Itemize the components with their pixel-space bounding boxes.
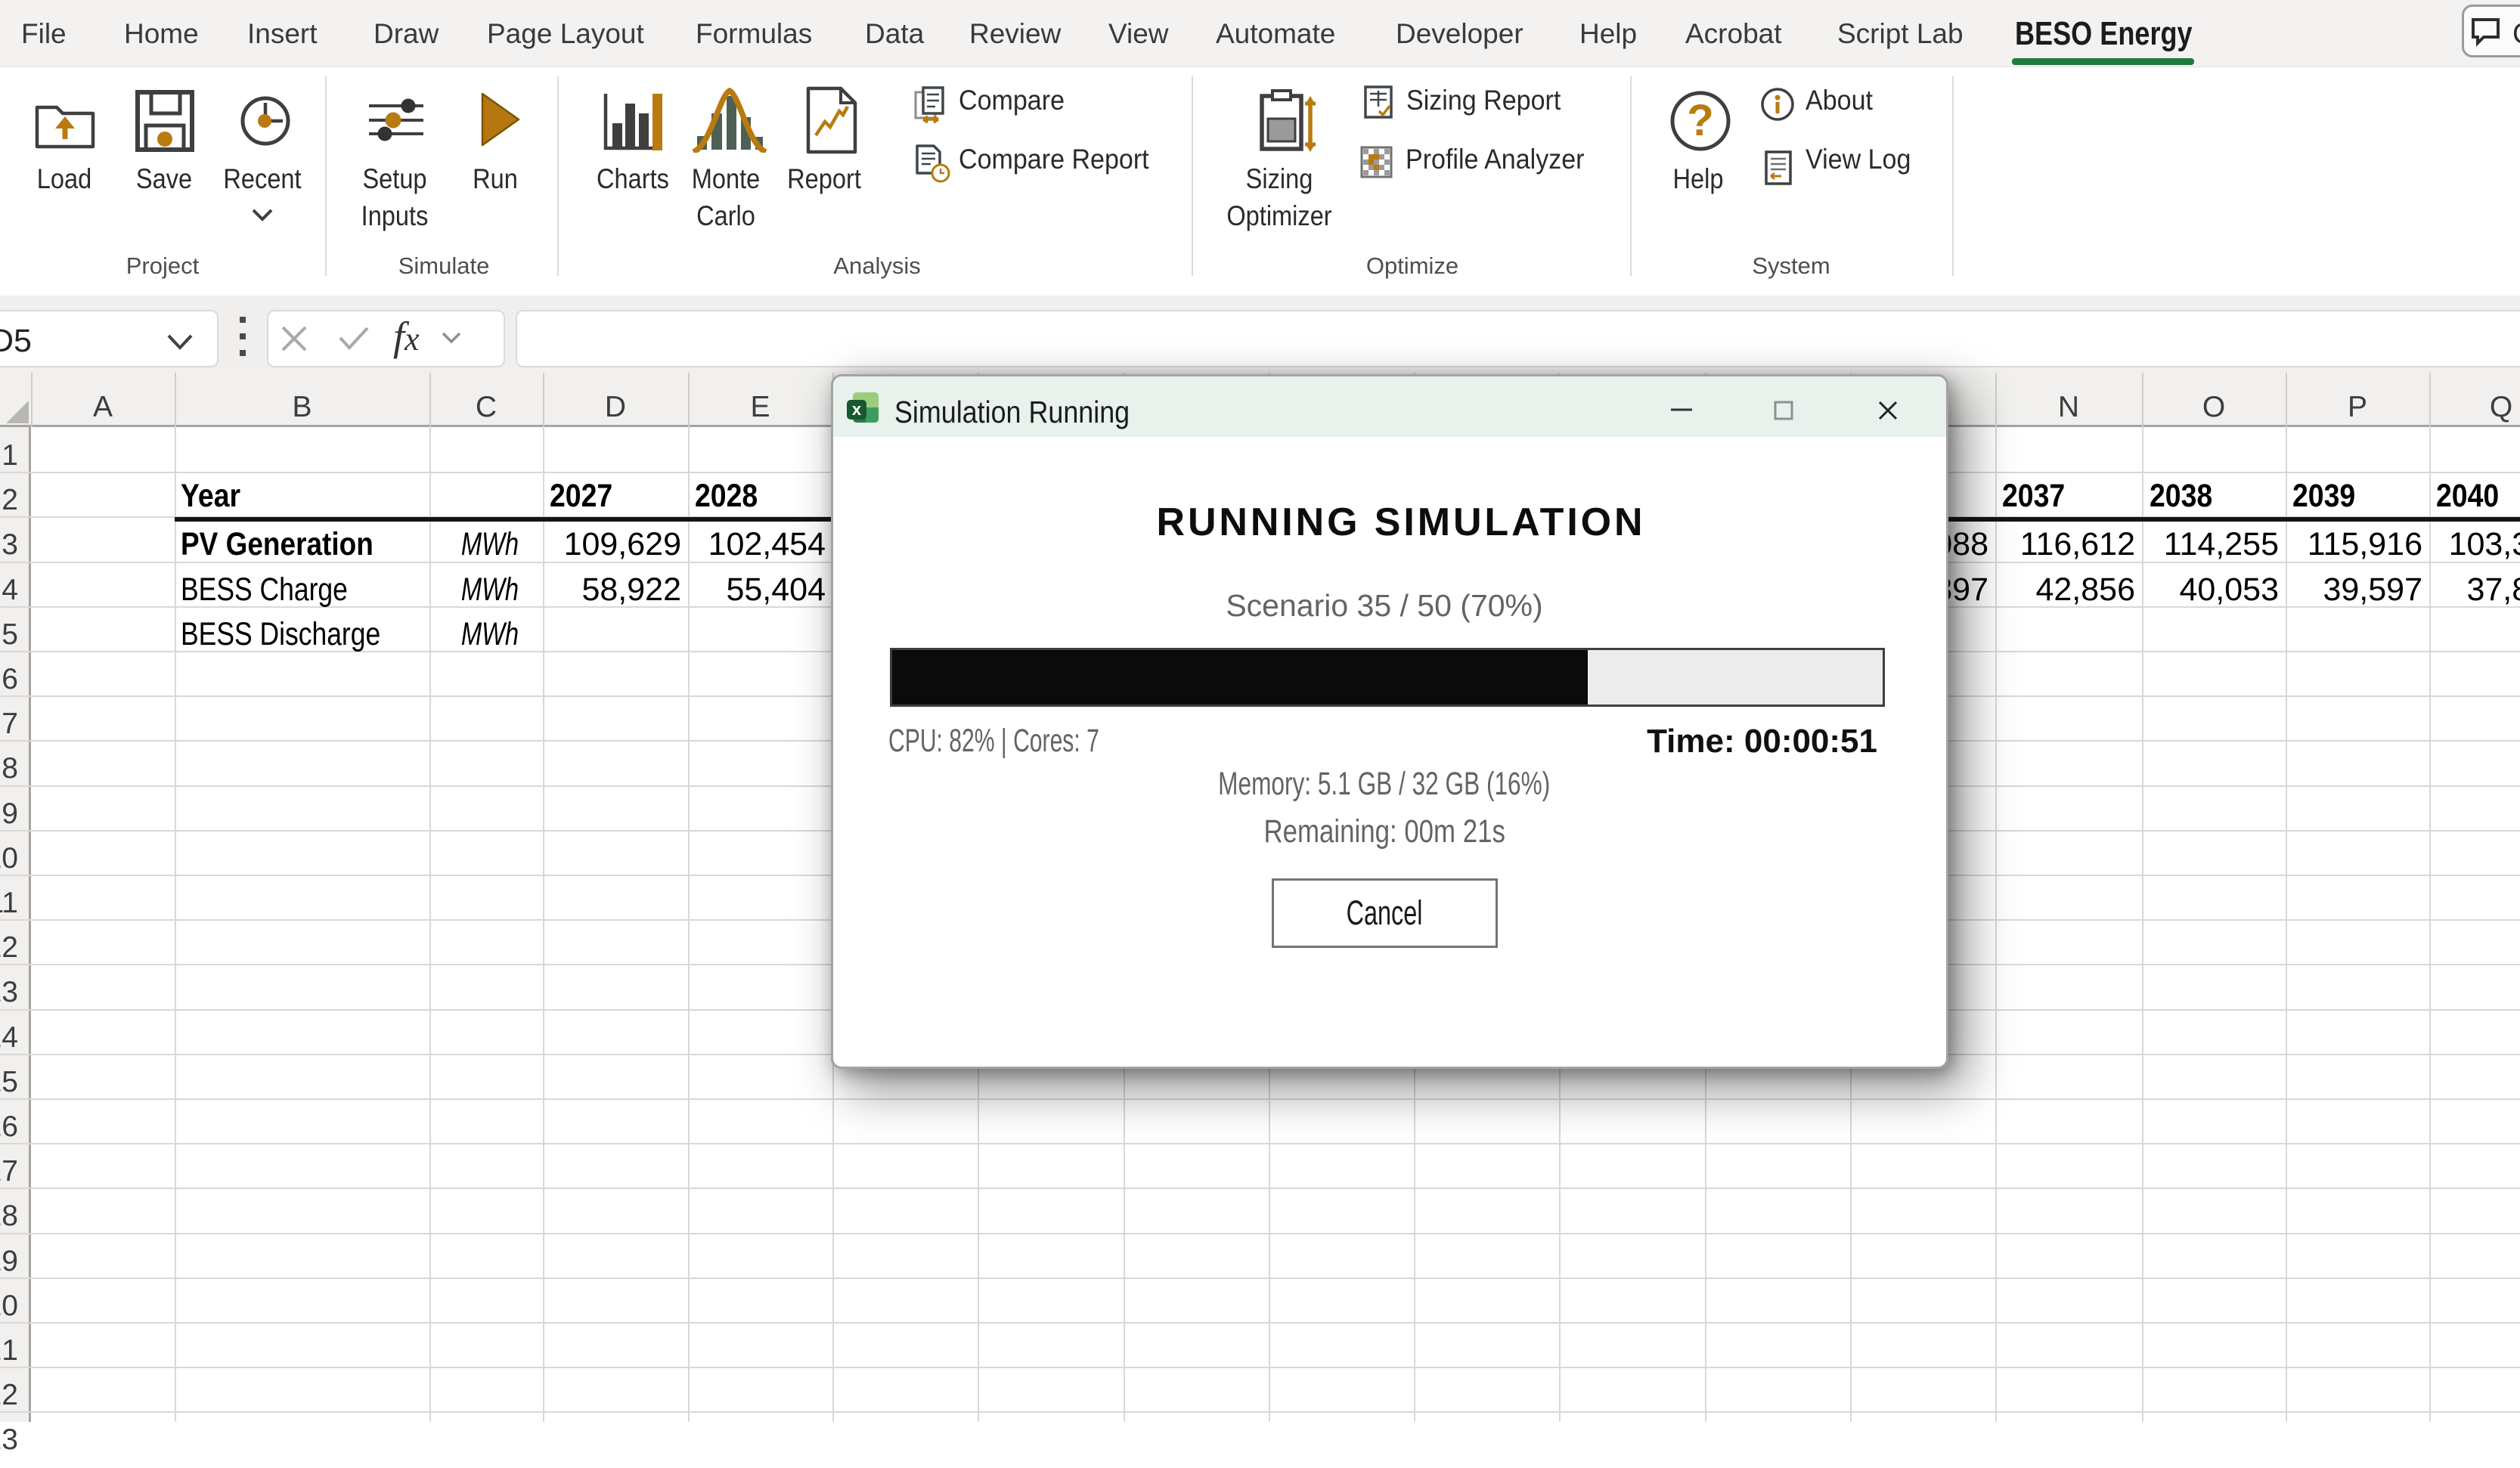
svg-text:x: x: [852, 400, 862, 419]
svg-text:?: ?: [1687, 96, 1713, 145]
